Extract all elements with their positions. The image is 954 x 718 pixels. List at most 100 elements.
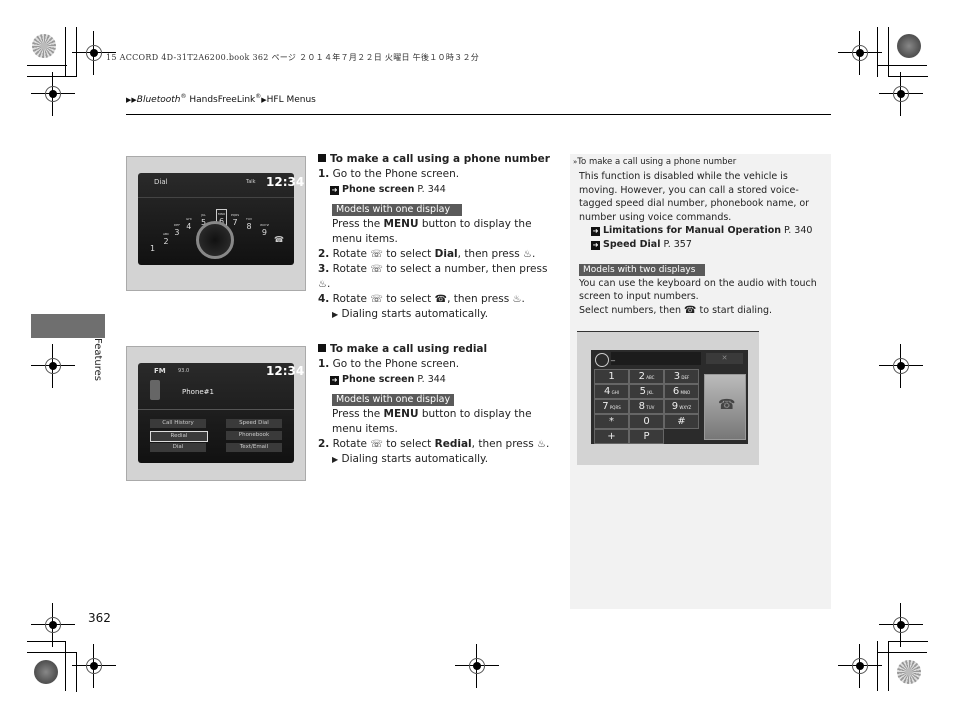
page-number: 362	[88, 611, 111, 625]
keypad-key[interactable]: 1	[594, 369, 629, 384]
step-number: 4.	[318, 293, 330, 305]
dial-screen-divider	[138, 197, 294, 198]
dial-display: Dial Talk 12:34 1ABC2DEF3GHI4JKL5MNO6PQR…	[138, 173, 304, 265]
registration-mark-icon	[838, 644, 882, 688]
page-reference[interactable]: ➜ Speed Dial P. 357	[591, 238, 823, 252]
note-title: »To make a call using a phone number	[570, 154, 831, 167]
keypad-key[interactable]: 7 PQRS	[594, 399, 629, 414]
section-redial: To make a call using redial 1. Go to the…	[318, 342, 558, 467]
reference-arrow-icon: ➜	[330, 376, 339, 385]
print-header-meta: 15 ACCORD 4D-31T2A6200.book 362 ページ ２０１４…	[106, 53, 480, 62]
reference-arrow-icon: ➜	[591, 227, 600, 236]
keypad-key[interactable]: 0	[629, 414, 664, 429]
keypad-key[interactable]: #	[664, 414, 699, 429]
result-text: Dialing starts automatically.	[341, 308, 489, 320]
crop-mark	[76, 652, 77, 692]
keypad-key-letters: GHI	[610, 390, 619, 395]
reference-page: P. 344	[417, 374, 446, 385]
text: Press the	[332, 218, 384, 230]
crop-mark	[27, 65, 67, 66]
keypad-display: _ ✕ 12 ABC 3 DEF 4 GHI 5 JKL 6 MNO 7 PQRS 8 TU…	[591, 350, 748, 444]
note-paragraph: You can use the keyboard on the audio wi…	[579, 277, 817, 303]
registration-mark-icon	[838, 31, 882, 75]
text: to select	[382, 248, 435, 260]
keypad-key[interactable]: 8 TUV	[629, 399, 664, 414]
keypad-key-letters: MNO	[679, 390, 691, 395]
redial-menu-item: Phonebook	[226, 431, 282, 440]
dial-key-digit: 3	[174, 228, 180, 237]
result-text: Dialing starts automatically.	[341, 453, 489, 465]
keypad-input[interactable]: _	[611, 352, 701, 365]
crop-mark	[888, 27, 889, 77]
registration-mark-icon	[31, 344, 75, 388]
keypad-key[interactable]: 6 MNO	[664, 384, 699, 399]
page-reference[interactable]: ➜ Limitations for Manual Operation P. 340	[591, 224, 823, 238]
reference-link[interactable]: Limitations for Manual Operation	[603, 225, 781, 236]
dial-key: WXYZ 9	[260, 221, 269, 237]
dial-key-digit: 1	[150, 244, 156, 253]
redial-menu-item: Text/Email	[226, 443, 282, 452]
redial-menu-item: Redial	[150, 431, 208, 442]
text: to select	[382, 438, 435, 450]
crop-mark	[877, 65, 927, 66]
redial-divider	[138, 409, 294, 410]
breadcrumb-arrow-icon: ▶▶	[126, 96, 137, 104]
breadcrumb-handsfreelink[interactable]: HandsFreeLink	[186, 95, 255, 105]
registration-disc-icon	[897, 660, 921, 684]
menu-instruction: Press the MENU button to display the men…	[318, 217, 558, 247]
step-number: 1.	[318, 168, 330, 180]
text: , then press	[471, 438, 538, 450]
redial-menu-item: Speed Dial	[226, 419, 282, 428]
redial-freq: 93.0	[178, 368, 190, 374]
section-bullet-icon	[318, 344, 326, 352]
keypad-key[interactable]: +	[594, 429, 629, 444]
models-badge: Models with one display	[332, 394, 455, 406]
registration-mark-icon	[31, 72, 75, 116]
dial-key: GHI 4	[186, 215, 191, 231]
redial-menu-item: Call History	[150, 419, 206, 428]
crop-mark	[877, 641, 878, 691]
crop-mark	[888, 641, 928, 642]
keypad-key[interactable]: 5 JKL	[629, 384, 664, 399]
text: to start dialing.	[696, 304, 773, 316]
breadcrumb-hfl-menus[interactable]: HFL Menus	[267, 95, 316, 105]
note-title-text: To make a call using a phone number	[577, 157, 737, 167]
keypad-key[interactable]: 4 GHI	[594, 384, 629, 399]
section-tab	[31, 314, 105, 338]
section-phone-number: To make a call using a phone number 1. G…	[318, 152, 558, 322]
page-reference[interactable]: ➜ Phone screen P. 344	[318, 372, 558, 387]
text: Rotate	[332, 248, 371, 260]
registration-mark-icon	[72, 31, 116, 75]
reference-link[interactable]: Speed Dial	[603, 239, 660, 250]
registration-disc-icon	[34, 660, 58, 684]
text: Rotate	[332, 438, 371, 450]
keypad-key[interactable]: 9 WXYZ	[664, 399, 699, 414]
keypad-key[interactable]: 2 ABC	[629, 369, 664, 384]
registration-mark-icon	[879, 72, 923, 116]
registration-mark-icon	[879, 344, 923, 388]
clear-button[interactable]: ✕	[706, 353, 743, 364]
dial-screen-clock: 12:34	[266, 175, 305, 189]
redial-source: FM	[154, 367, 166, 375]
menu-instruction: Press the MENU button to display the men…	[318, 407, 558, 437]
keypad-key[interactable]: 3 DEF	[664, 369, 699, 384]
step-text: Go to the Phone screen.	[332, 168, 460, 180]
keypad-key[interactable]: *	[594, 414, 629, 429]
page-reference[interactable]: ➜ Phone screen P. 344	[318, 182, 558, 197]
dial-key: DEF 3	[174, 221, 180, 237]
keypad-key[interactable]: P	[629, 429, 664, 444]
text: Rotate	[332, 293, 371, 305]
reference-link[interactable]: Phone screen	[342, 374, 414, 385]
option-label: Dial	[434, 248, 458, 260]
step-number: 3.	[318, 263, 330, 275]
call-button[interactable]: ☎	[704, 374, 746, 440]
reference-link[interactable]: Phone screen	[342, 184, 414, 195]
interface-dial-icon: ☏	[370, 249, 383, 260]
redial-clock: 12:34	[266, 364, 305, 378]
note-references: ➜ Limitations for Manual Operation P. 340…	[579, 224, 823, 251]
text: , then press	[457, 248, 524, 260]
registration-mark-icon	[72, 644, 116, 688]
section-bullet-icon	[318, 154, 326, 162]
breadcrumb-bluetooth[interactable]: Bluetooth	[137, 95, 181, 105]
voice-icon	[595, 353, 609, 367]
